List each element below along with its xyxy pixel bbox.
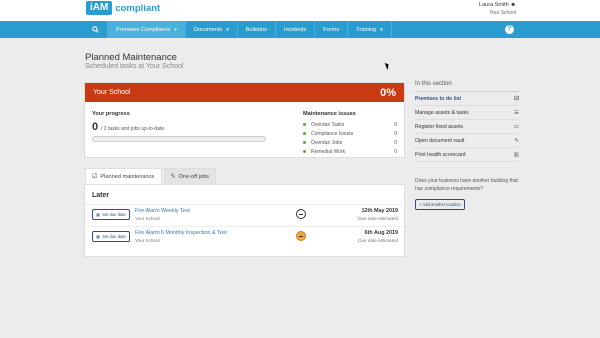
nav-incidents[interactable]: Incidents [276, 21, 316, 38]
task-due-date: 12th May 2019 [361, 208, 398, 214]
status-dot-icon [303, 150, 306, 153]
task-due-note: Due date estimated [358, 238, 398, 243]
sidebar-item-premises-to-do[interactable]: Premises to do list ☑ [415, 92, 519, 106]
sidebar-item-register-assets[interactable]: Register fixed assets ▭ [415, 120, 519, 134]
issue-row[interactable]: Compliance Issues 0 [303, 129, 397, 138]
mouse-cursor-icon [384, 61, 391, 71]
wrench-icon: ✎ [170, 174, 176, 180]
nav-training[interactable]: Training ▾ [348, 21, 392, 38]
page-subtitle: Scheduled tasks at Your School [85, 63, 184, 70]
page-title: Planned Maintenance [85, 52, 177, 63]
issue-row[interactable]: Overdue Tasks 0 [303, 120, 397, 129]
task-row: ▦ Set due date Fire Alarm Weekly Test You… [85, 204, 404, 224]
tasks-card: Later ▦ Set due date Fire Alarm Weekly Te… [84, 184, 405, 257]
sidebar-item-document-vault[interactable]: Open document vault ✎ [415, 134, 519, 148]
school-header: Your School 0% [85, 83, 404, 102]
issue-row[interactable]: Remedial Work 0 [303, 147, 397, 156]
user-menu[interactable]: Laura Smith ☻ Your School [479, 2, 516, 16]
task-school: Your School [135, 216, 160, 221]
compliance-percent: 0% [380, 86, 396, 99]
sidebar-item-health-scorecard[interactable]: Print health scorecard ▥ [415, 148, 519, 162]
school-name: Your School [93, 89, 131, 96]
chevron-down-icon: ▾ [226, 26, 229, 33]
nav-bulletins[interactable]: Bulletins [238, 21, 276, 38]
bar-chart-icon: ▥ [513, 151, 519, 158]
calendar-icon: ▦ [96, 212, 101, 217]
nav-forms[interactable]: Forms [315, 21, 349, 38]
status-dot-icon [303, 132, 306, 135]
checkbox-icon: ☑ [92, 174, 98, 180]
nav-search-button[interactable] [84, 21, 108, 38]
task-row: ▦ Set due date Fire Alarm 6 Monthly Inspe… [85, 226, 404, 246]
monitor-icon: ▭ [513, 123, 519, 130]
progress-count: 0 [92, 121, 99, 133]
school-summary-card: Your School 0% Your progress 0 / 2 tasks… [84, 82, 405, 158]
task-tabs: ☑ Planned maintenance ✎ One-off jobs [85, 168, 218, 185]
pencil-icon: ✎ [514, 137, 519, 144]
person-icon: ☻ [510, 2, 516, 8]
progress-bar [92, 136, 266, 142]
task-school: Your School [135, 238, 160, 243]
issues-title: Maintenance issues [303, 111, 356, 117]
status-dot-icon [303, 141, 306, 144]
avatar [296, 209, 306, 219]
main-nav: Premises Compliance ▾ Documents ▾ Bulletin… [0, 21, 600, 38]
top-bar: iAM compliant Laura Smith ☻ Your School [0, 0, 600, 21]
set-due-date-button[interactable]: ▦ Set due date [92, 209, 130, 220]
checkbox-icon: ☑ [514, 95, 519, 102]
sidebar-item-manage-assets[interactable]: Manage assets & tasks ☰ [415, 106, 519, 120]
task-due-date: 6th Aug 2019 [364, 230, 398, 236]
sidebar-note: Does your business have another building… [415, 178, 518, 192]
add-location-button[interactable]: + Add another location [415, 199, 465, 210]
issue-row[interactable]: Overdue Jobs 0 [303, 138, 397, 147]
task-name-link[interactable]: Fire Alarm 6 Monthly Inspection & Test [135, 230, 227, 236]
progress-text: / 2 tasks and jobs up-to-date. [101, 126, 166, 132]
list-icon: ☰ [514, 109, 519, 116]
user-school: Your School [489, 10, 516, 16]
chevron-down-icon: ▾ [380, 26, 383, 33]
logo-mark: iAM [86, 1, 113, 15]
sidebar-heading: In this section [415, 81, 519, 92]
nav-premises-compliance[interactable]: Premises Compliance ▾ [108, 21, 186, 38]
status-dot-icon [303, 123, 306, 126]
task-name-link[interactable]: Fire Alarm Weekly Test [135, 208, 190, 214]
section-sidebar: In this section Premises to do list ☑ Man… [415, 81, 519, 211]
logo[interactable]: iAM compliant [86, 1, 160, 15]
calendar-icon: ▦ [96, 234, 101, 239]
tab-one-off-jobs[interactable]: ✎ One-off jobs [163, 168, 216, 185]
logo-text: compliant [115, 2, 161, 14]
set-due-date-button[interactable]: ▦ Set due date [92, 231, 130, 242]
help-icon[interactable]: ? [505, 25, 514, 34]
avatar [296, 231, 306, 241]
chevron-down-icon: ▾ [174, 26, 177, 33]
progress-title: Your progress [92, 111, 130, 117]
task-group-heading: Later [92, 192, 110, 199]
maintenance-issues: Maintenance issues Overdue Tasks 0 Compli… [303, 111, 397, 156]
user-name: Laura Smith ☻ [479, 2, 516, 8]
nav-documents[interactable]: Documents ▾ [186, 21, 238, 38]
search-icon [92, 26, 99, 33]
tab-planned-maintenance[interactable]: ☑ Planned maintenance [85, 168, 162, 185]
task-due-note: Due date estimated [358, 216, 398, 221]
